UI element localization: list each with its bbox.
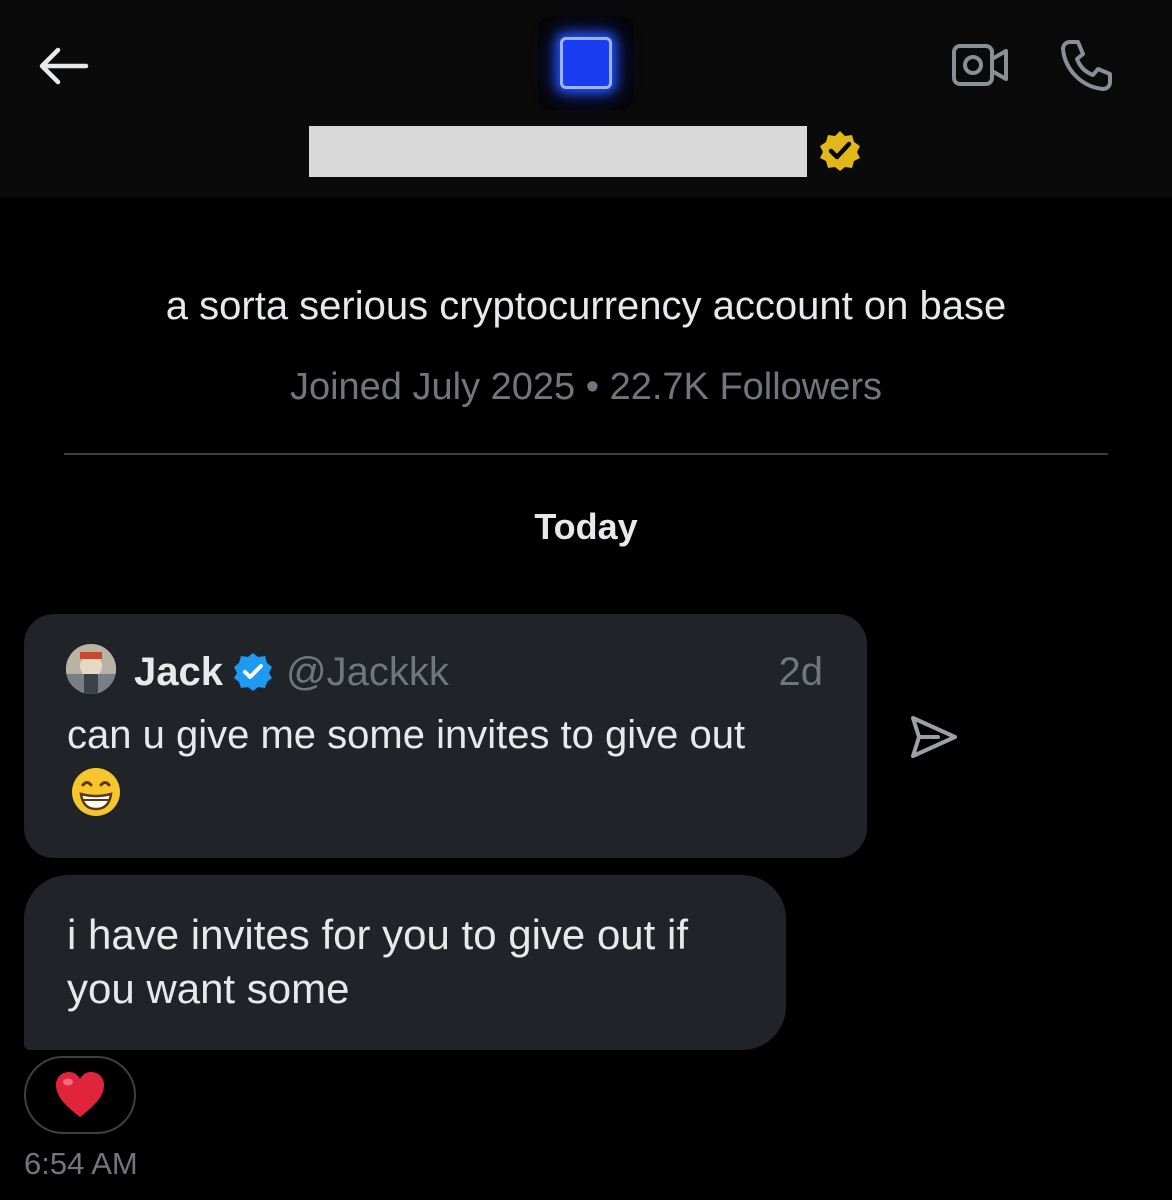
blue-glow-square-avatar — [560, 37, 612, 89]
message-text: i have invites for you to give out if yo… — [67, 911, 688, 1012]
message-bubble[interactable]: i have invites for you to give out if yo… — [24, 875, 786, 1050]
author-avatar[interactable] — [66, 644, 116, 694]
blue-verified-badge-icon — [234, 653, 272, 691]
grinning-face-emoji-icon — [72, 768, 120, 816]
message-timestamp: 6:54 AM — [24, 1146, 138, 1181]
message-reaction[interactable] — [24, 1056, 136, 1134]
profile-meta: Joined July 2025 • 22.7K Followers — [289, 366, 883, 408]
share-post-button[interactable] — [908, 713, 960, 761]
phone-icon — [1061, 40, 1112, 91]
profile-bio: a sorta serious cryptocurrency account o… — [165, 284, 1007, 328]
post-text: can u give me some invites to give out — [67, 713, 746, 757]
dm-conversation-screen: a sorta serious cryptocurrency account o… — [0, 0, 1172, 1200]
back-button[interactable] — [36, 38, 92, 94]
shared-post-card[interactable]: Jack @Jackkk 2d can u give me some invit… — [24, 614, 867, 858]
post-author-name[interactable]: Jack — [134, 648, 223, 696]
post-author-handle[interactable]: @Jackkk — [286, 648, 449, 696]
author-avatar-image — [66, 644, 116, 694]
post-age: 2d — [778, 650, 824, 694]
date-separator: Today — [534, 506, 638, 547]
video-camera-icon — [952, 44, 1008, 86]
divider — [64, 453, 1108, 455]
conversation-header — [0, 0, 1172, 197]
arrow-left-icon — [39, 47, 89, 85]
contact-name-redacted[interactable] — [309, 126, 807, 177]
red-heart-icon — [56, 1072, 104, 1117]
gold-verified-badge-icon — [820, 131, 860, 171]
voice-call-button[interactable] — [1058, 36, 1116, 94]
video-call-button[interactable] — [950, 40, 1010, 90]
send-arrow-icon — [911, 716, 957, 758]
contact-avatar[interactable] — [538, 16, 634, 110]
